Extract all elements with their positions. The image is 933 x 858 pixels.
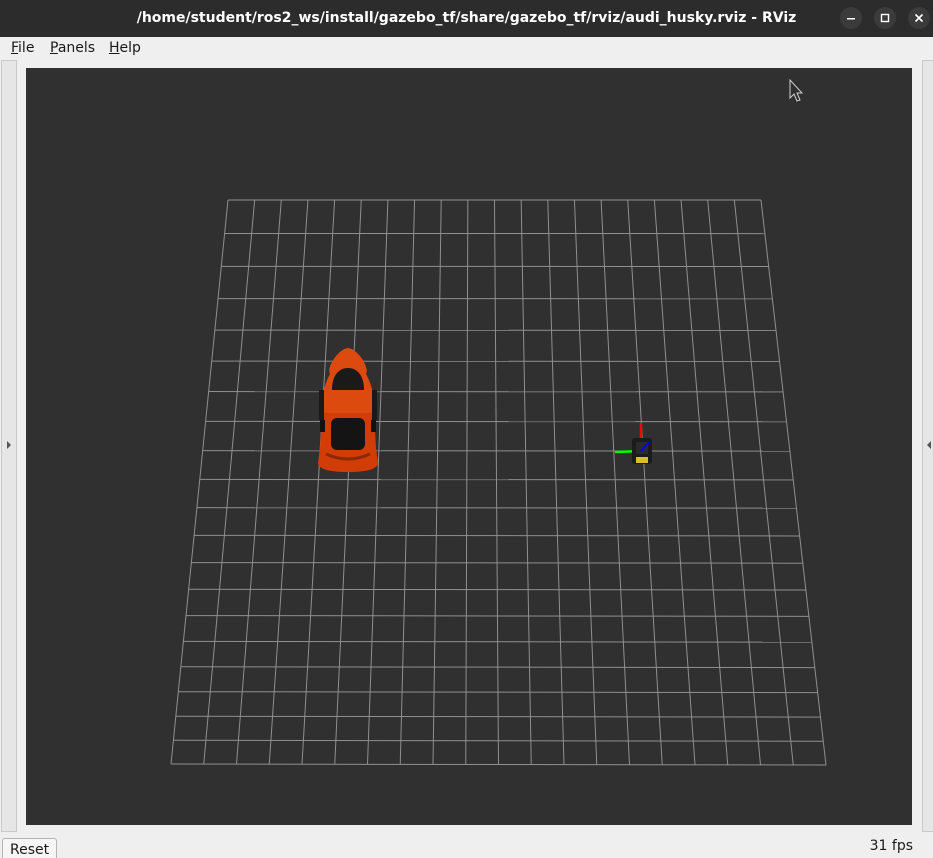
grid-line <box>399 199 416 765</box>
grid-line <box>760 199 827 766</box>
menu-panels-label: anels <box>57 40 96 56</box>
close-button[interactable] <box>908 7 930 29</box>
menu-help-label: elp <box>119 40 141 56</box>
3d-render-viewport[interactable] <box>26 68 912 825</box>
grid-line <box>170 199 229 765</box>
menu-panels-mnemonic: P <box>50 40 58 56</box>
grid-line <box>367 199 389 765</box>
minimize-icon <box>847 18 855 20</box>
grid-line <box>680 199 729 765</box>
expand-left-icon <box>7 441 11 449</box>
grid-line <box>301 199 336 765</box>
grid-line <box>627 199 663 765</box>
close-icon <box>914 13 924 23</box>
menu-file-label: ile <box>18 40 35 56</box>
grid-line <box>494 199 499 765</box>
maximize-button[interactable] <box>874 7 896 29</box>
grid-line <box>707 199 761 765</box>
menu-help[interactable]: Help <box>109 39 141 57</box>
maximize-icon <box>880 13 890 23</box>
grid-line <box>653 199 696 765</box>
right-dock-toggle[interactable] <box>922 60 933 832</box>
window-title: /home/student/ros2_ws/install/gazebo_tf/… <box>136 10 797 26</box>
grid-line <box>733 199 794 766</box>
expand-right-icon <box>927 441 931 449</box>
minimize-button[interactable] <box>840 7 862 29</box>
orange-car-model <box>318 348 378 472</box>
husky-robot-model <box>614 423 652 464</box>
menu-file-mnemonic: F <box>11 40 19 56</box>
left-dock-toggle[interactable] <box>1 60 17 832</box>
mouse-cursor <box>789 78 804 102</box>
menu-file[interactable]: File <box>11 39 34 57</box>
menu-panels[interactable]: Panels <box>50 39 95 57</box>
grid-line <box>334 199 362 765</box>
title-bar[interactable]: /home/student/ros2_ws/install/gazebo_tf/… <box>0 0 933 37</box>
grid-line <box>203 199 256 765</box>
fps-counter: 31 fps <box>869 838 913 854</box>
grid-line <box>432 199 442 765</box>
ground-grid <box>170 199 827 766</box>
status-bar: Reset 31 fps <box>0 834 933 858</box>
menu-help-mnemonic: H <box>109 40 120 56</box>
grid-line <box>520 199 532 765</box>
render-scene <box>170 78 827 766</box>
menu-bar: File Panels Help <box>0 37 933 59</box>
grid-line <box>547 199 565 765</box>
reset-button[interactable]: Reset <box>2 838 58 858</box>
grid-line <box>465 199 469 765</box>
grid-line <box>600 199 630 765</box>
grid-line <box>573 199 598 765</box>
